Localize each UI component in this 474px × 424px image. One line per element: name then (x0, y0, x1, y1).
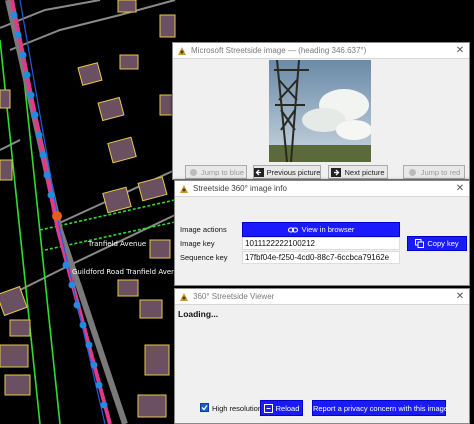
josm-logo-icon (180, 292, 188, 301)
info-window-titlebar[interactable]: Streetside 360° image info ✕ (175, 181, 469, 197)
reload-button[interactable]: Reload (260, 400, 303, 416)
viewer-window-title: 360° Streetside Viewer (193, 292, 275, 301)
selected-image-marker (52, 211, 62, 221)
close-icon[interactable]: ✕ (455, 45, 465, 56)
close-icon[interactable]: ✕ (455, 291, 465, 302)
streetside-image-window: Microsoft Streetside image — (heading 34… (172, 42, 470, 180)
copy-icon (415, 239, 425, 248)
next-picture-label: Next picture (344, 167, 385, 177)
close-icon[interactable]: ✕ (455, 183, 465, 194)
reload-label: Reload (275, 403, 300, 413)
jump-to-red-button[interactable]: Jump to red (403, 165, 465, 179)
high-resolution-checkbox[interactable] (200, 403, 209, 412)
jump-to-blue-label: Jump to blue (201, 167, 244, 177)
streetside-viewer-window: 360° Streetside Viewer ✕ Loading... High… (174, 288, 470, 424)
josm-logo-icon (178, 46, 186, 55)
arrow-right-icon (331, 167, 342, 177)
info-window-title: Streetside 360° image info (193, 184, 287, 193)
sequence-key-label: Sequence key (180, 253, 228, 262)
reload-icon (263, 403, 273, 413)
loading-status: Loading... (178, 309, 219, 319)
privacy-report-button[interactable]: Report a privacy concern with this image (312, 400, 449, 416)
high-resolution-label: High resolution (212, 404, 263, 413)
arrow-left-icon (253, 167, 264, 177)
jump-to-blue-button[interactable]: Jump to blue (185, 165, 247, 179)
streetside-info-window: Streetside 360° image info ✕ Image actio… (174, 180, 470, 286)
copy-key-label: Copy key (427, 239, 459, 248)
image-key-label: Image key (180, 239, 215, 248)
view-in-browser-label: View in browser (301, 225, 355, 234)
jump-blue-icon (188, 168, 198, 177)
street-label-guildford: Guildford Road Tranfield Avenue (72, 268, 185, 276)
sequence-key-field[interactable]: 17fbf04e-f250-4cd0-88c7-6ccbca79162e (242, 251, 400, 264)
privacy-report-label: Report a privacy concern with this image (312, 403, 449, 413)
image-actions-label: Image actions (180, 225, 227, 234)
link-icon (287, 226, 298, 233)
streetside-photo[interactable] (269, 60, 371, 162)
jump-to-red-label: Jump to red (420, 167, 461, 177)
previous-picture-button[interactable]: Previous picture (253, 165, 321, 179)
jump-red-icon (408, 168, 418, 177)
next-picture-button[interactable]: Next picture (328, 165, 388, 179)
image-key-field[interactable]: 1011122222100212 (242, 237, 400, 250)
image-window-title: Microsoft Streetside image — (heading 34… (191, 46, 367, 55)
image-window-titlebar[interactable]: Microsoft Streetside image — (heading 34… (173, 43, 469, 59)
view-in-browser-button[interactable]: View in browser (242, 222, 400, 237)
viewer-window-titlebar[interactable]: 360° Streetside Viewer ✕ (175, 289, 469, 305)
checkmark-icon (201, 405, 208, 411)
copy-key-button[interactable]: Copy key (407, 236, 467, 251)
previous-picture-label: Previous picture (266, 167, 321, 177)
street-label-tranfield: Tranfield Avenue (88, 240, 147, 248)
josm-logo-icon (180, 184, 188, 193)
